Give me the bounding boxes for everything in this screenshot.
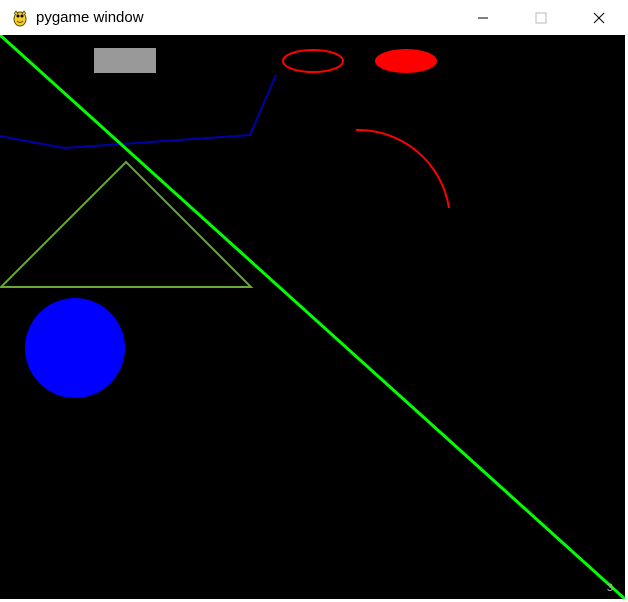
window-title: pygame window — [36, 9, 144, 26]
game-canvas[interactable]: 3 — [0, 35, 625, 599]
blue-polyline — [0, 74, 277, 150]
pygame-window: pygame window 3 — [0, 0, 628, 602]
close-button[interactable] — [570, 0, 628, 35]
blue-filled-circle — [25, 298, 125, 398]
red-arc — [355, 128, 450, 209]
red-filled-ellipse — [375, 49, 437, 73]
close-icon — [593, 12, 605, 24]
maximize-button[interactable] — [512, 0, 570, 35]
red-ellipse-outline — [282, 49, 344, 73]
pygame-snake-icon — [10, 8, 30, 28]
maximize-icon — [535, 12, 547, 24]
minimize-icon — [477, 12, 489, 24]
drawing-surface — [0, 35, 625, 599]
corner-text: 3 — [606, 582, 613, 594]
title-bar[interactable]: pygame window — [0, 0, 628, 35]
window-controls — [454, 0, 628, 35]
green-triangle-outline — [0, 160, 254, 288]
minimize-button[interactable] — [454, 0, 512, 35]
gray-rectangle — [94, 48, 156, 73]
